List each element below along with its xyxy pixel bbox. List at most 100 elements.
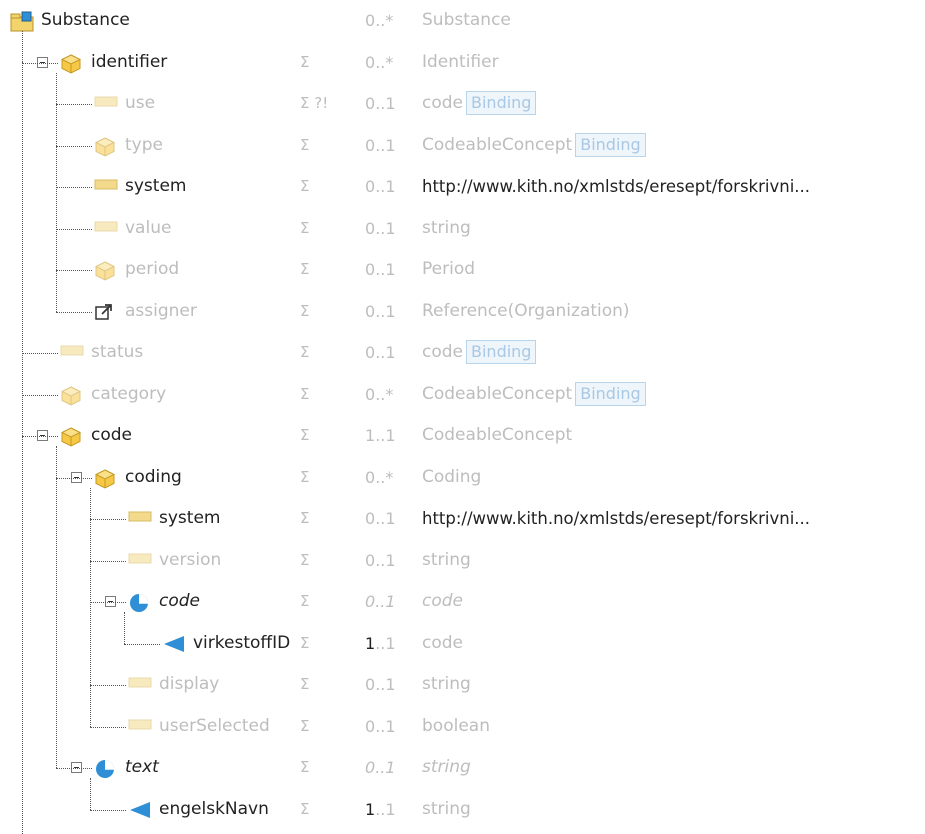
element-name[interactable]: code	[91, 415, 132, 456]
element-icon	[128, 675, 152, 695]
element-name[interactable]: assigner	[125, 291, 197, 332]
cardinality-max: ..1	[375, 260, 396, 279]
element-name[interactable]: value	[125, 208, 171, 249]
cardinality-min: 0	[365, 343, 376, 362]
cardinality-min: 0	[365, 675, 376, 694]
element-name[interactable]: system	[159, 498, 220, 539]
type-cell: http://www.kith.no/xmlstds/eresept/forsk…	[422, 166, 810, 207]
cardinality-cell: 0..1	[365, 83, 396, 124]
tree-row[interactable]: text Σ 0..1 string	[0, 747, 925, 788]
type-text: Identifier	[422, 51, 499, 72]
element-name[interactable]: use	[125, 83, 155, 124]
tree-row[interactable]: version Σ 0..1 string	[0, 540, 925, 581]
tree-row[interactable]: code Σ 1..1 CodeableConcept	[0, 415, 925, 456]
cardinality-cell: 0..1	[365, 540, 396, 581]
cardinality-max: ..1	[375, 758, 396, 777]
reference-icon	[94, 302, 116, 322]
type-cell: string	[422, 664, 471, 705]
element-name[interactable]: category	[91, 374, 166, 415]
flags-cell: Σ	[300, 301, 310, 320]
cardinality-cell: 0..*	[365, 457, 393, 498]
tree-row[interactable]: use Σ ?! 0..1 code Binding	[0, 83, 925, 124]
cardinality-cell: 0..1	[365, 125, 396, 166]
element-icon	[94, 219, 118, 239]
tree-row[interactable]: system Σ 0..1 http://www.kith.no/xmlstds/er…	[0, 166, 925, 207]
tree-connector	[124, 643, 160, 645]
binding-link[interactable]: Binding	[575, 381, 646, 406]
tree-row[interactable]: virkestoffID Σ 1..1 code	[0, 623, 925, 664]
cardinality-cell: 1..1	[365, 789, 396, 830]
type-text: code	[422, 632, 463, 653]
tree-row[interactable]: period Σ 0..1 Period	[0, 249, 925, 290]
type-text: string	[422, 798, 471, 819]
element-name[interactable]: display	[159, 664, 219, 705]
element-name[interactable]: identifier	[91, 42, 167, 83]
tree-row[interactable]: userSelected Σ 0..1 boolean	[0, 706, 925, 747]
binding-link[interactable]: Binding	[575, 132, 646, 157]
cardinality-min: 0	[365, 550, 376, 570]
type-cell: code	[422, 581, 463, 622]
tree-row[interactable]: code Σ 0..1 code	[0, 581, 925, 622]
tree-row[interactable]: category Σ 0..* CodeableConcept Binding	[0, 374, 925, 415]
tree-row[interactable]: engelskNavn Σ 1..1 string	[0, 789, 925, 830]
tree-guide	[56, 72, 57, 312]
element-name[interactable]: virkestoffID	[193, 623, 290, 664]
cardinality-max: ..1	[375, 426, 396, 445]
tree-row[interactable]: display Σ 0..1 string	[0, 664, 925, 705]
type-cell: code Binding	[422, 332, 537, 373]
element-name[interactable]: coding	[125, 457, 182, 498]
element-name[interactable]: text	[125, 747, 159, 788]
binding-link[interactable]: Binding	[466, 340, 537, 364]
folder-icon	[10, 11, 34, 32]
element-name[interactable]: version	[159, 540, 221, 581]
cardinality-cell: 0..1	[365, 249, 396, 290]
element-name[interactable]: period	[125, 249, 179, 290]
tree-row[interactable]: Substance 0..* Substance	[0, 0, 925, 41]
element-name[interactable]: userSelected	[159, 706, 270, 747]
tree-row[interactable]: system Σ 0..1 http://www.kith.no/xmlstds/er…	[0, 498, 925, 539]
datatype-icon	[60, 426, 82, 447]
flags-cell: Σ	[300, 758, 310, 776]
type-text: string	[422, 757, 471, 777]
datatype-icon	[60, 385, 82, 406]
type-cell: string	[422, 208, 471, 249]
tree-connector	[90, 602, 126, 603]
flags-cell: Σ	[300, 550, 310, 569]
tree-row[interactable]: status Σ 0..1 code Binding	[0, 332, 925, 373]
tree-guide	[22, 61, 23, 834]
cardinality-min: 0	[365, 218, 376, 238]
flags-cell: Σ	[300, 384, 310, 403]
flags-cell: Σ	[300, 633, 310, 652]
tree-connector	[56, 311, 92, 313]
tree-connector	[56, 145, 92, 147]
cardinality-cell: 0..*	[365, 374, 393, 415]
element-name[interactable]: engelskNavn	[159, 789, 269, 830]
tree-row[interactable]: identifier Σ 0..* Identifier	[0, 42, 925, 83]
cardinality-max: ..1	[375, 550, 396, 570]
cardinality-cell: 0..1	[365, 208, 396, 249]
element-name[interactable]: code	[159, 581, 200, 622]
tree-row[interactable]: coding Σ 0..* Coding	[0, 457, 925, 498]
element-name[interactable]: status	[91, 332, 143, 373]
type-cell: Coding	[422, 457, 481, 498]
tree-row[interactable]: assigner Σ 0..1 Reference(Organization)	[0, 291, 925, 332]
element-name[interactable]: Substance	[41, 0, 130, 41]
element-icon	[128, 509, 152, 529]
tree-row[interactable]: type Σ 0..1 CodeableConcept Binding	[0, 125, 925, 166]
cardinality-min: 0	[365, 94, 376, 113]
cardinality-max: ..*	[375, 467, 394, 487]
cardinality-max: ..1	[375, 343, 396, 362]
type-cell: CodeableConcept	[422, 415, 572, 456]
cardinality-max: ..1	[375, 135, 396, 155]
type-text: CodeableConcept	[422, 425, 573, 445]
type-text: CodeableConcept	[422, 134, 573, 155]
binding-link[interactable]: Binding	[466, 91, 537, 115]
tree-connector	[56, 104, 92, 105]
cardinality-max: ..*	[375, 384, 394, 404]
type-text: http://www.kith.no/xmlstds/eresept/forsk…	[422, 509, 811, 528]
tree-row[interactable]: value Σ 0..1 string	[0, 208, 925, 249]
datatype-icon	[94, 136, 116, 157]
element-name[interactable]: system	[125, 166, 186, 207]
element-name[interactable]: type	[125, 125, 163, 166]
cardinality-max: ..1	[375, 177, 396, 196]
